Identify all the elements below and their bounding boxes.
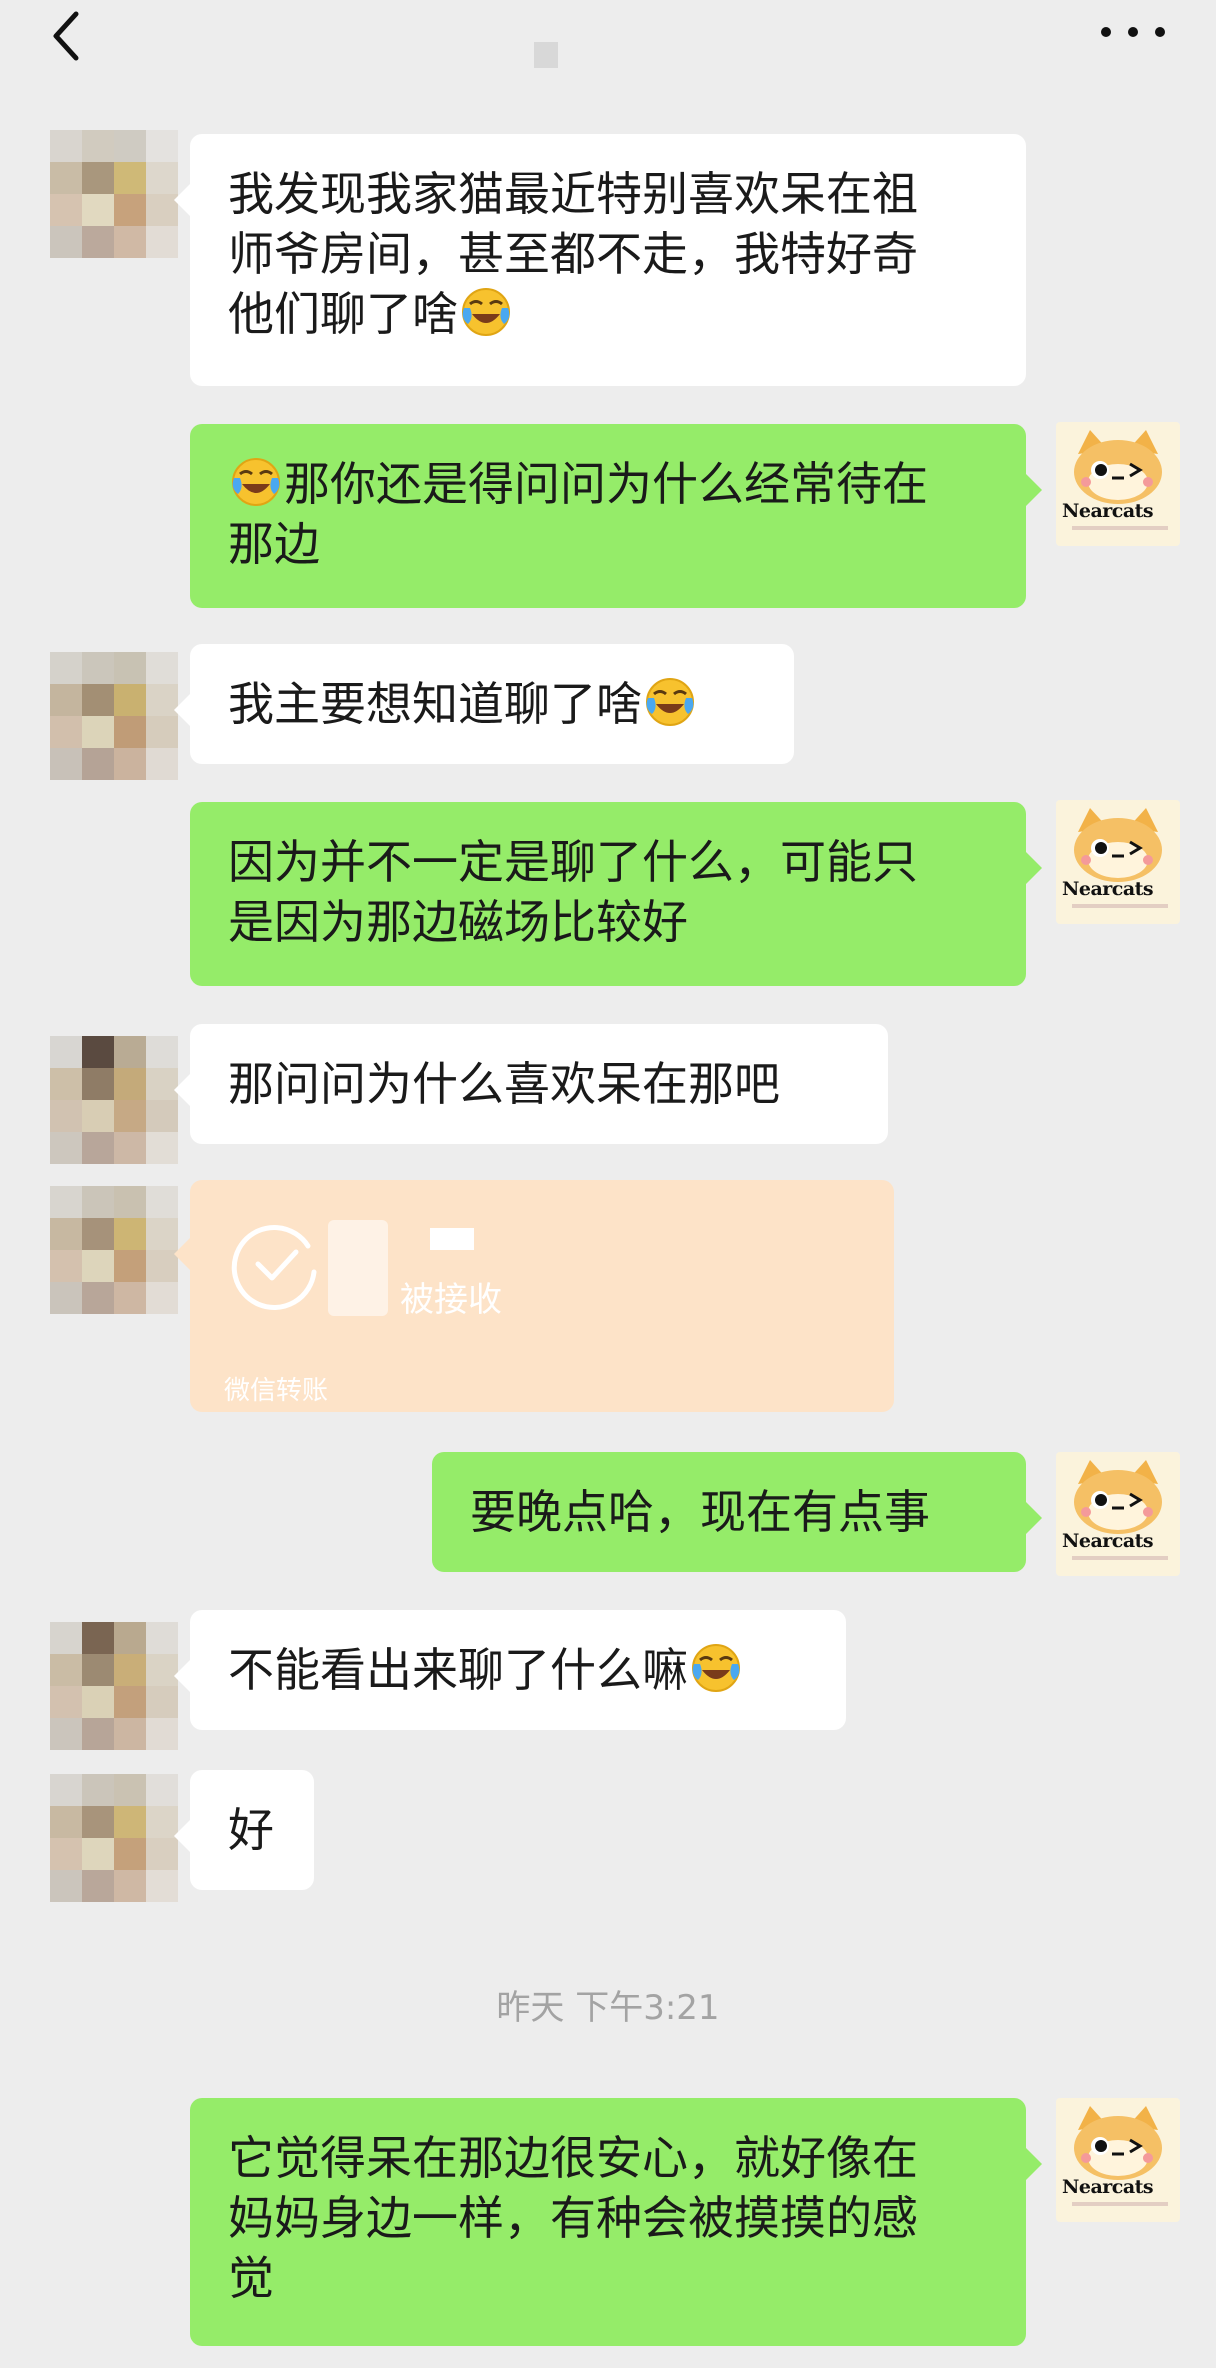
transfer-amount-redacted bbox=[328, 1220, 388, 1316]
cat-face-icon bbox=[1072, 806, 1164, 884]
message-bubble-outgoing[interactable]: 要晚点哈，现在有点事 bbox=[432, 1452, 1042, 1572]
laughing-crying-emoji-icon bbox=[461, 287, 511, 337]
chat-title-redacted bbox=[534, 42, 558, 68]
message-line-with-emoji: 那你还是得问问为什么经常待在 bbox=[228, 454, 994, 514]
message-line: 不能看出来聊了什么嘛 bbox=[228, 1643, 688, 1697]
message-line: 那边 bbox=[228, 517, 320, 571]
contact-avatar[interactable] bbox=[50, 1622, 178, 1750]
laughing-crying-emoji-icon bbox=[645, 677, 695, 727]
message-line-with-emoji: 他们聊了啥 bbox=[228, 284, 994, 344]
contact-avatar[interactable] bbox=[50, 1774, 178, 1902]
contact-avatar[interactable] bbox=[50, 1036, 178, 1164]
avatar-brand-text: Nearcats bbox=[1062, 878, 1154, 900]
chat-header bbox=[0, 0, 1216, 104]
chevron-left-icon[interactable] bbox=[44, 6, 94, 66]
message-bubble-incoming[interactable]: 好 bbox=[174, 1770, 314, 1890]
message-line: 那问问为什么喜欢呆在那吧 bbox=[228, 1057, 780, 1111]
laughing-crying-emoji-icon bbox=[231, 457, 281, 507]
avatar-brand-text: Nearcats bbox=[1062, 1530, 1154, 1552]
wechat-transfer-card[interactable]: 被接收 微信转账 bbox=[174, 1180, 894, 1412]
message-line: 妈妈身边一样，有种会被摸摸的感 bbox=[228, 2191, 918, 2245]
message-line: 要晚点哈，现在有点事 bbox=[470, 1485, 930, 1539]
message-line: 师爷房间，甚至都不走，我特好奇 bbox=[228, 227, 918, 281]
self-avatar[interactable]: Nearcats bbox=[1056, 1452, 1180, 1576]
message-bubble-outgoing[interactable]: 它觉得呆在那边很安心，就好像在 妈妈身边一样，有种会被摸摸的感 觉 bbox=[190, 2098, 1042, 2346]
self-avatar[interactable]: Nearcats bbox=[1056, 422, 1180, 546]
message-bubble-outgoing[interactable]: 因为并不一定是聊了什么，可能只 是因为那边磁场比较好 bbox=[190, 802, 1042, 986]
message-bubble-incoming[interactable]: 我主要想知道聊了啥 bbox=[174, 644, 794, 764]
more-dots-icon[interactable] bbox=[1096, 20, 1170, 44]
cat-face-icon bbox=[1072, 2104, 1164, 2182]
contact-avatar[interactable] bbox=[50, 1186, 178, 1314]
message-bubble-incoming[interactable]: 那问问为什么喜欢呆在那吧 bbox=[174, 1024, 888, 1144]
self-avatar[interactable]: Nearcats bbox=[1056, 2098, 1180, 2222]
message-bubble-incoming[interactable]: 不能看出来聊了什么嘛 bbox=[174, 1610, 846, 1730]
message-line: 那你还是得问问为什么经常待在 bbox=[284, 457, 928, 511]
message-bubble-incoming[interactable]: 我发现我家猫最近特别喜欢呆在祖 师爷房间，甚至都不走，我特好奇 他们聊了啥 bbox=[174, 134, 1026, 386]
message-line-with-emoji: 我主要想知道聊了啥 bbox=[228, 674, 762, 734]
cat-face-icon bbox=[1072, 1458, 1164, 1536]
contact-avatar[interactable] bbox=[50, 130, 178, 258]
message-line: 好 bbox=[228, 1803, 274, 1857]
self-avatar[interactable]: Nearcats bbox=[1056, 800, 1180, 924]
message-line-with-emoji: 不能看出来聊了什么嘛 bbox=[228, 1640, 814, 1700]
transfer-footer-label: 微信转账 bbox=[224, 1376, 329, 1406]
avatar-subtext-decoration bbox=[1072, 2202, 1168, 2206]
message-line: 是因为那边磁场比较好 bbox=[228, 895, 688, 949]
message-line: 我发现我家猫最近特别喜欢呆在祖 bbox=[228, 167, 918, 221]
message-line: 它觉得呆在那边很安心，就好像在 bbox=[228, 2131, 918, 2185]
chat-timestamp: 昨天 下午3:21 bbox=[496, 1988, 720, 2028]
avatar-subtext-decoration bbox=[1072, 526, 1168, 530]
transfer-name-redacted bbox=[430, 1228, 474, 1250]
message-line: 觉 bbox=[228, 2251, 274, 2305]
contact-avatar[interactable] bbox=[50, 652, 178, 780]
check-circle-icon bbox=[231, 1225, 317, 1310]
laughing-crying-emoji-icon bbox=[691, 1643, 741, 1693]
avatar-brand-text: Nearcats bbox=[1062, 500, 1154, 522]
message-bubble-outgoing[interactable]: 那你还是得问问为什么经常待在 那边 bbox=[190, 424, 1042, 608]
message-line: 我主要想知道聊了啥 bbox=[228, 677, 642, 731]
avatar-subtext-decoration bbox=[1072, 904, 1168, 908]
cat-face-icon bbox=[1072, 428, 1164, 506]
avatar-subtext-decoration bbox=[1072, 1556, 1168, 1560]
message-line: 因为并不一定是聊了什么，可能只 bbox=[228, 835, 918, 889]
message-line: 他们聊了啥 bbox=[228, 287, 458, 341]
avatar-brand-text: Nearcats bbox=[1062, 2176, 1154, 2198]
transfer-status: 被接收 bbox=[400, 1280, 502, 1320]
